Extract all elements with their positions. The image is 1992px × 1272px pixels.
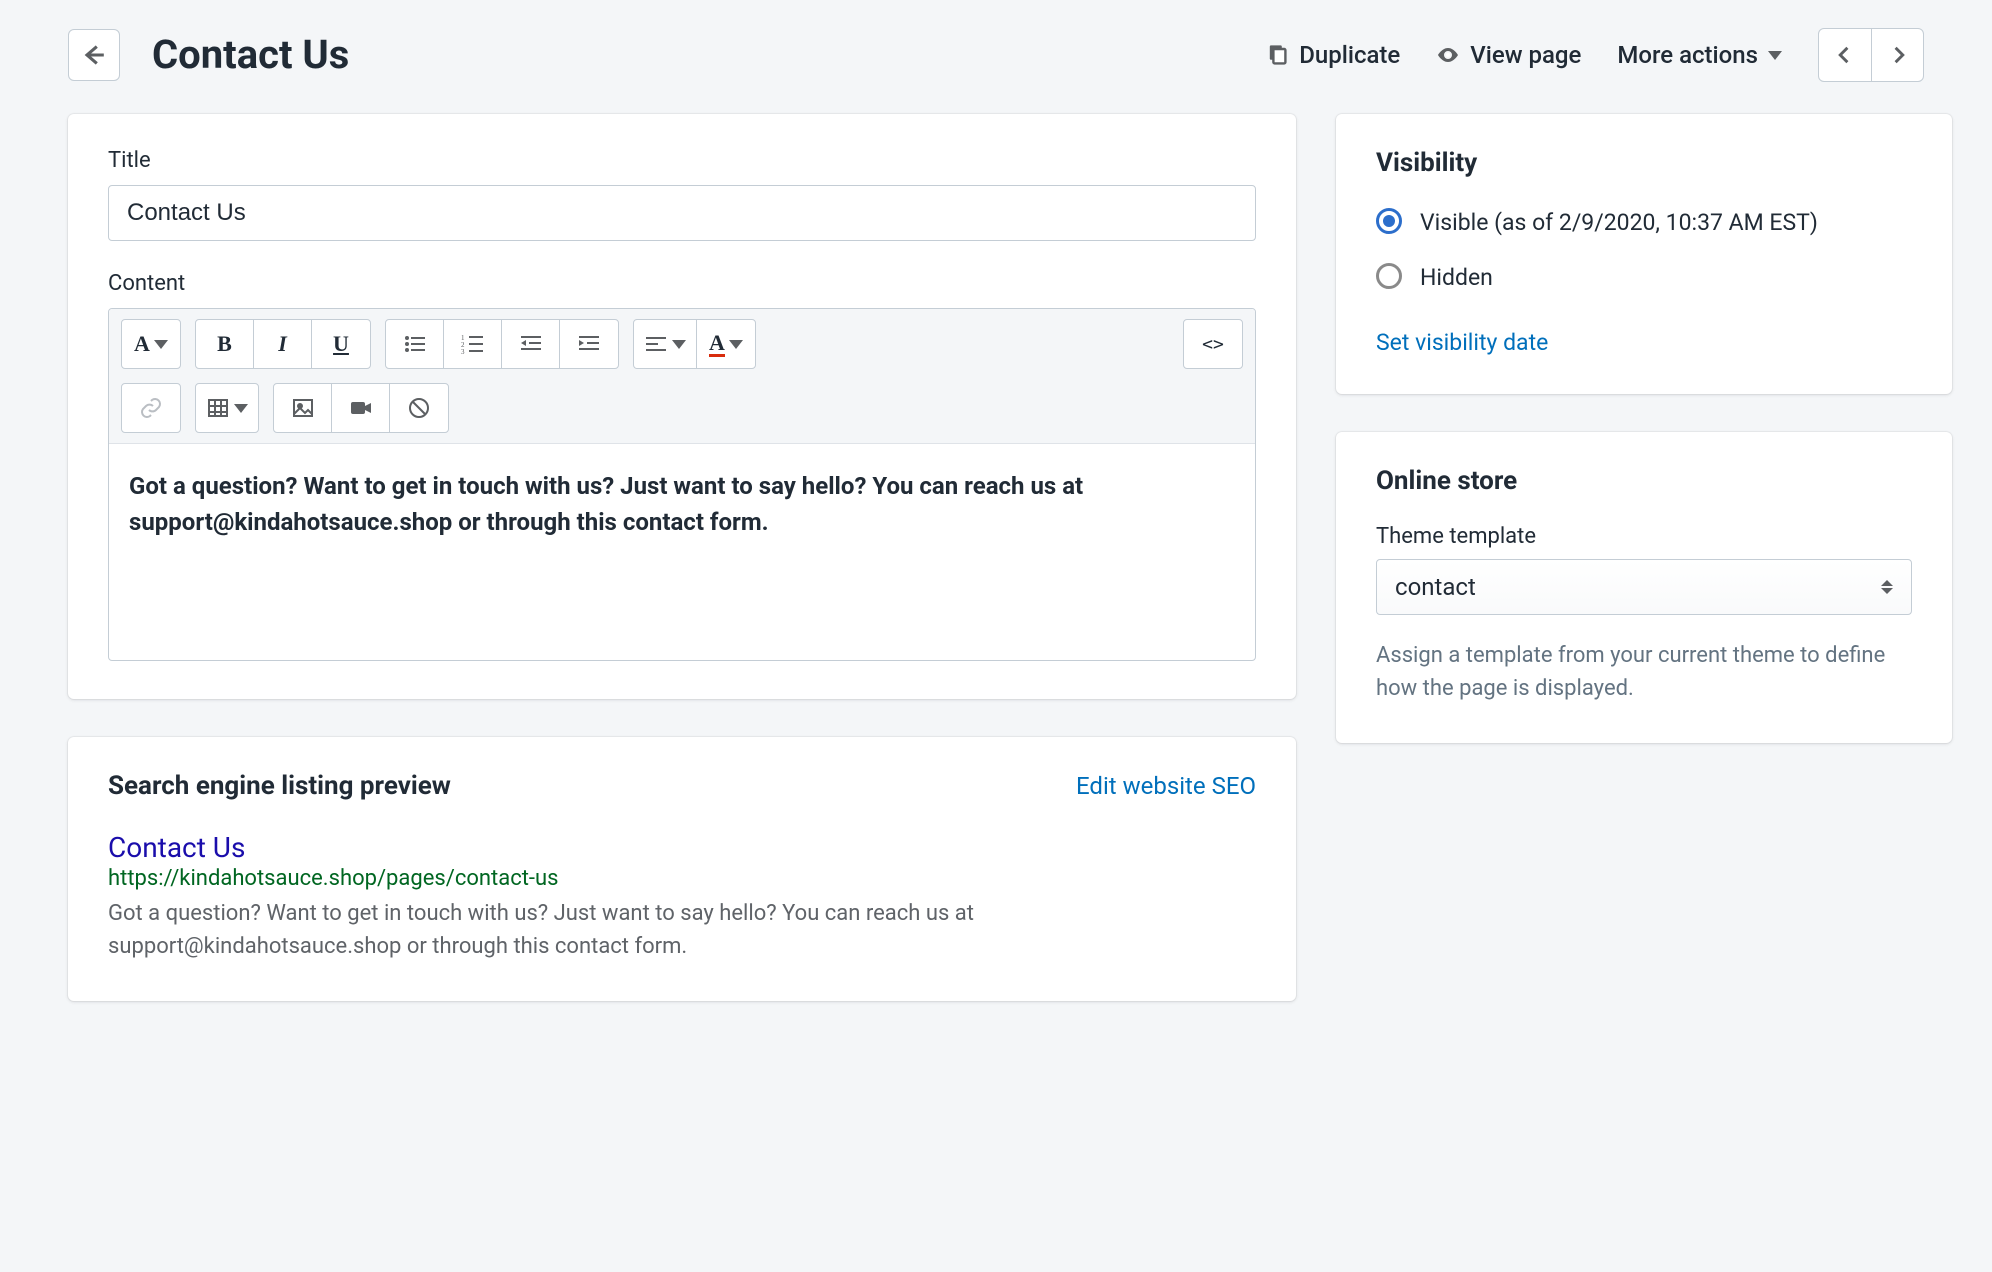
seo-preview-url: https://kindahotsauce.shop/pages/contact… [108, 866, 1256, 891]
template-label: Theme template [1376, 524, 1912, 549]
image-icon [291, 396, 315, 420]
arrow-left-icon [80, 41, 108, 69]
chevron-down-icon [154, 340, 168, 349]
number-list-icon: 123 [461, 332, 485, 356]
chevron-down-icon [234, 404, 248, 413]
text-color-icon: A [709, 332, 725, 357]
table-icon [206, 396, 230, 420]
video-button[interactable] [332, 384, 390, 432]
next-page-button[interactable] [1871, 29, 1923, 81]
editor-card: Title Content A [68, 114, 1296, 699]
number-list-button[interactable]: 123 [444, 320, 502, 368]
svg-text:3: 3 [461, 348, 465, 356]
underline-button[interactable]: U [312, 320, 370, 368]
underline-icon: U [333, 331, 349, 357]
prev-page-button[interactable] [1819, 29, 1871, 81]
align-button[interactable] [634, 320, 697, 368]
page-header: Contact Us Duplicate View page More acti… [68, 28, 1924, 82]
rich-text-editor: A B I U [108, 308, 1256, 661]
seo-heading: Search engine listing preview [108, 771, 451, 801]
page-title: Contact Us [152, 35, 349, 75]
title-input[interactable] [108, 185, 1256, 241]
chevron-down-icon [1768, 51, 1782, 60]
visibility-heading: Visibility [1376, 148, 1912, 178]
clear-formatting-button[interactable] [390, 384, 448, 432]
clear-icon [407, 396, 431, 420]
title-label: Title [108, 148, 1256, 173]
video-icon [349, 396, 373, 420]
bold-button[interactable]: B [196, 320, 254, 368]
view-page-button[interactable]: View page [1436, 41, 1581, 69]
outdent-button[interactable] [502, 320, 560, 368]
indent-button[interactable] [560, 320, 618, 368]
visibility-card: Visibility Visible (as of 2/9/2020, 10:3… [1336, 114, 1952, 394]
chevron-down-icon [729, 340, 743, 349]
seo-card: Search engine listing preview Edit websi… [68, 737, 1296, 1001]
seo-preview-description: Got a question? Want to get in touch wit… [108, 897, 1256, 963]
link-icon [139, 396, 163, 420]
html-icon: <> [1202, 334, 1224, 355]
online-store-heading: Online store [1376, 466, 1912, 496]
radio-icon [1376, 263, 1402, 289]
visibility-visible-option[interactable]: Visible (as of 2/9/2020, 10:37 AM EST) [1376, 206, 1912, 239]
bullet-list-icon [403, 332, 427, 356]
template-helper-text: Assign a template from your current them… [1376, 639, 1912, 705]
radio-icon [1376, 208, 1402, 234]
page-nav-group [1818, 28, 1924, 82]
font-style-button[interactable]: A [122, 320, 180, 368]
bold-icon: B [217, 331, 232, 357]
more-actions-button[interactable]: More actions [1617, 41, 1782, 69]
italic-icon: I [278, 331, 287, 357]
chevron-left-icon [1833, 43, 1857, 67]
chevron-down-icon [672, 340, 686, 349]
duplicate-button[interactable]: Duplicate [1265, 41, 1400, 69]
visibility-hidden-option[interactable]: Hidden [1376, 261, 1912, 294]
duplicate-icon [1265, 43, 1289, 67]
bullet-list-button[interactable] [386, 320, 444, 368]
template-select[interactable]: contact [1376, 559, 1912, 615]
align-left-icon [644, 332, 668, 356]
italic-button[interactable]: I [254, 320, 312, 368]
indent-icon [577, 332, 601, 356]
font-style-icon: A [134, 331, 150, 357]
text-color-button[interactable]: A [697, 320, 755, 368]
link-button[interactable] [122, 384, 180, 432]
seo-preview-title: Contact Us [108, 831, 1256, 864]
content-label: Content [108, 271, 1256, 296]
table-button[interactable] [196, 384, 258, 432]
set-visibility-date-link[interactable]: Set visibility date [1376, 329, 1548, 356]
online-store-card: Online store Theme template contact Assi… [1336, 432, 1952, 743]
image-button[interactable] [274, 384, 332, 432]
select-caret-icon [1881, 580, 1893, 594]
back-button[interactable] [68, 29, 120, 81]
outdent-icon [519, 332, 543, 356]
chevron-right-icon [1886, 43, 1910, 67]
rte-toolbar: A B I U [109, 309, 1255, 444]
edit-seo-link[interactable]: Edit website SEO [1076, 772, 1256, 800]
rte-content-area[interactable]: Got a question? Want to get in touch wit… [109, 444, 1255, 660]
html-button[interactable]: <> [1184, 320, 1242, 368]
eye-icon [1436, 43, 1460, 67]
